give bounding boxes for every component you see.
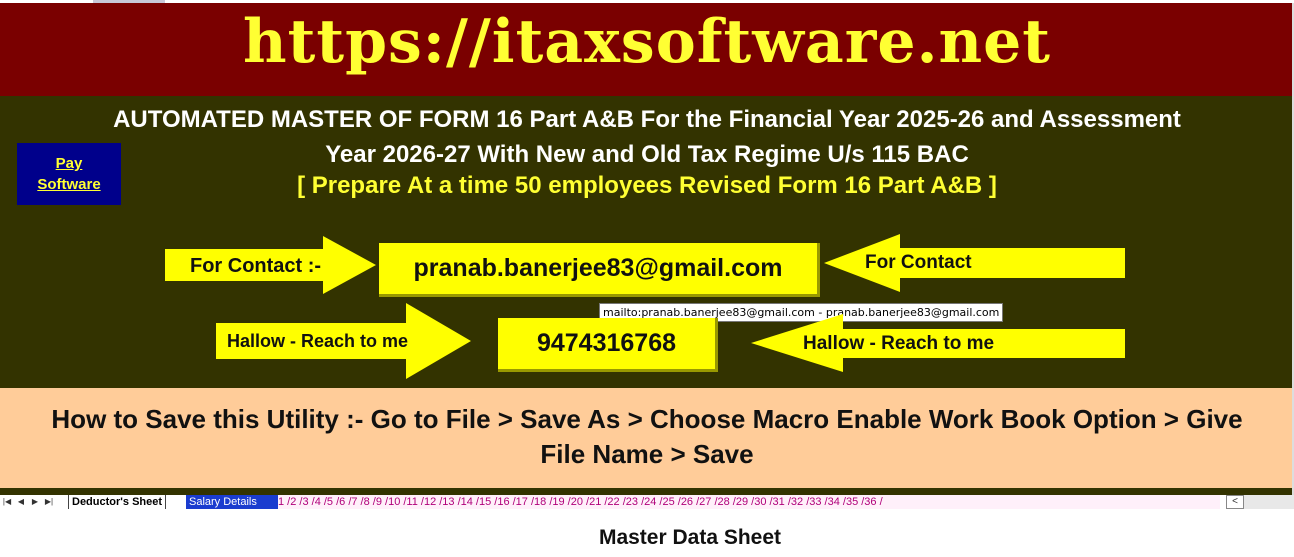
contact-arrow-left: For Contact :- <box>163 235 378 295</box>
title-line-2: Year 2026-27 With New and Old Tax Regime… <box>325 141 969 168</box>
contact-label-right: For Contact <box>865 252 972 273</box>
website-banner: https://itaxsoftware.net <box>0 3 1294 96</box>
master-data-sheet-title: Master Data Sheet <box>598 526 782 549</box>
save-instructions: How to Save this Utility :- Go to File >… <box>0 388 1294 488</box>
reach-label-right: Hallow - Reach to me <box>803 333 995 354</box>
reach-arrow-left: Hallow - Reach to me <box>215 302 473 380</box>
tab-employee-sheets[interactable]: 1 /2 /3 /4 /5 /6 /7 /8 /9 /10 /11 /12 /1… <box>278 495 1220 509</box>
prev-sheet-icon[interactable]: ◀ <box>14 495 28 509</box>
website-url[interactable]: https://itaxsoftware.net <box>0 7 1294 77</box>
contact-arrow-right: For Contact <box>822 233 1127 293</box>
pay-label: Pay <box>55 155 83 172</box>
last-sheet-icon[interactable]: ▶| <box>42 495 56 509</box>
scroll-left-icon[interactable]: < <box>1226 495 1244 509</box>
phone-number[interactable]: 9474316768 <box>498 318 718 372</box>
page-title: AUTOMATED MASTER OF FORM 16 Part A&B For… <box>20 102 1274 172</box>
tab-salary-details[interactable]: Salary Details <box>186 495 280 509</box>
sheet-tab-bar: |◀ ◀ ▶ ▶| Deductor's Sheet Salary Details 1… <box>0 495 1294 509</box>
divider <box>0 488 1294 495</box>
pay-software-button[interactable]: Pay Software <box>17 143 121 205</box>
reach-label-left: Hallow - Reach to me <box>227 331 409 351</box>
horizontal-scrollbar[interactable] <box>1244 495 1294 509</box>
subtitle: [ Prepare At a time 50 employees Revised… <box>297 172 997 199</box>
next-sheet-icon[interactable]: ▶ <box>28 495 42 509</box>
save-instructions-line-1: How to Save this Utility :- Go to File >… <box>51 404 1243 434</box>
contact-label-left: For Contact :- <box>190 255 322 277</box>
software-label: Software <box>37 176 101 193</box>
sheet-nav-buttons: |◀ ◀ ▶ ▶| <box>0 495 68 509</box>
tab-deductors-sheet[interactable]: Deductor's Sheet <box>68 495 167 509</box>
title-line-1: AUTOMATED MASTER OF FORM 16 Part A&B For… <box>113 106 1181 133</box>
save-instructions-line-2: File Name > Save <box>540 439 754 469</box>
email-link[interactable]: pranab.banerjee83@gmail.com <box>379 243 820 297</box>
reach-arrow-right: Hallow - Reach to me <box>750 313 1127 373</box>
first-sheet-icon[interactable]: |◀ <box>0 495 14 509</box>
